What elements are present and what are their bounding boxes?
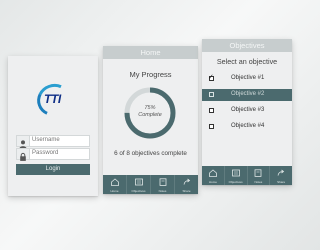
list-icon bbox=[231, 169, 240, 177]
tab-notes-label: Notes bbox=[158, 189, 167, 193]
tab-share-label: Share bbox=[277, 180, 286, 184]
username-field[interactable]: Username bbox=[16, 135, 90, 149]
objective-item-2[interactable]: Objective #2 bbox=[202, 89, 292, 101]
logo-wordmark: TTI bbox=[44, 92, 61, 106]
tab-notes[interactable]: Notes bbox=[248, 166, 271, 185]
tab-objectives[interactable]: Objectives bbox=[127, 175, 151, 194]
login-button[interactable]: Login bbox=[16, 164, 90, 175]
tab-home[interactable]: Home bbox=[202, 166, 225, 185]
lock-icon bbox=[17, 149, 30, 161]
login-screen: TTI Username Password Login bbox=[8, 56, 98, 196]
notes-icon bbox=[159, 178, 166, 186]
tab-home-label: Home bbox=[208, 180, 217, 184]
objective-label: Objective #3 bbox=[231, 107, 265, 113]
tab-home-label: Home bbox=[110, 189, 119, 193]
objective-label: Objective #2 bbox=[231, 91, 265, 97]
home-tab-bar: Home Objectives Notes Share bbox=[103, 175, 198, 194]
objective-checkbox[interactable] bbox=[209, 124, 214, 129]
tab-objectives-label: Objectives bbox=[131, 189, 146, 193]
progress-sub: Complete bbox=[138, 112, 162, 118]
objective-checkbox[interactable] bbox=[209, 108, 214, 113]
progress-title: My Progress bbox=[129, 70, 172, 79]
objective-item-3[interactable]: Objective #3 bbox=[202, 105, 292, 117]
objective-item-4[interactable]: Objective #4 bbox=[202, 121, 292, 133]
tab-objectives[interactable]: Objectives bbox=[225, 166, 248, 185]
objective-checkbox[interactable] bbox=[209, 92, 214, 97]
home-icon bbox=[110, 178, 119, 186]
tab-home[interactable]: Home bbox=[103, 175, 127, 194]
objectives-tab-bar: Home Objectives Notes Share bbox=[202, 166, 292, 185]
notes-icon bbox=[254, 169, 262, 177]
home-header-title: Home bbox=[103, 46, 198, 59]
objective-label: Objective #1 bbox=[231, 75, 265, 81]
list-icon bbox=[134, 178, 143, 186]
tab-share-label: Share bbox=[182, 189, 191, 193]
objectives-screen: Objectives Select an objective ✓ Objecti… bbox=[202, 39, 292, 185]
tab-share[interactable]: Share bbox=[175, 175, 198, 194]
objectives-subtitle: Select an objective bbox=[216, 57, 278, 66]
tab-share[interactable]: Share bbox=[270, 166, 292, 185]
password-placeholder: Password bbox=[32, 150, 59, 156]
share-icon bbox=[277, 169, 285, 176]
objective-label: Objective #4 bbox=[231, 123, 265, 129]
home-icon bbox=[208, 169, 217, 177]
checkmark-icon: ✓ bbox=[208, 74, 214, 81]
home-screen: Home My Progress 75% Complete 6 of 8 obj… bbox=[103, 46, 198, 194]
tab-notes-label: Notes bbox=[254, 180, 263, 184]
objective-item-1[interactable]: ✓ Objective #1 bbox=[202, 73, 292, 85]
username-placeholder: Username bbox=[32, 137, 60, 143]
progress-text: 75% Complete bbox=[122, 105, 178, 119]
tti-logo: TTI bbox=[32, 79, 76, 121]
tab-objectives-label: Objectives bbox=[228, 180, 243, 184]
objectives-summary: 6 of 8 objectives complete bbox=[114, 150, 187, 157]
tab-notes[interactable]: Notes bbox=[151, 175, 175, 194]
user-icon bbox=[17, 136, 30, 149]
progress-percent: 75% bbox=[144, 105, 156, 111]
share-icon bbox=[183, 178, 190, 185]
password-field[interactable]: Password bbox=[16, 148, 90, 161]
objectives-header-title: Objectives bbox=[202, 39, 292, 52]
